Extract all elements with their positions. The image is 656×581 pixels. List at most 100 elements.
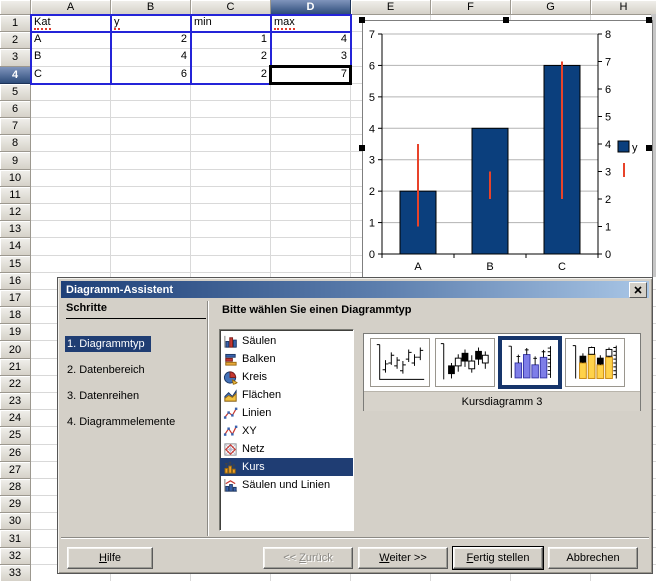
- grid-cell[interactable]: [111, 135, 191, 152]
- grid-cell[interactable]: [271, 256, 351, 273]
- row-header-24[interactable]: 24: [0, 410, 31, 427]
- row-header-3[interactable]: 3: [0, 49, 31, 66]
- chart-type-pie-chart[interactable]: Kreis: [220, 368, 353, 386]
- grid-cell[interactable]: [111, 256, 191, 273]
- subtype-thumb-1[interactable]: [370, 338, 430, 387]
- grid-cell[interactable]: [191, 187, 271, 204]
- grid-cell[interactable]: [191, 204, 271, 221]
- wizard-step-2[interactable]: 2. Datenbereich: [65, 362, 151, 378]
- grid-cell[interactable]: [111, 101, 191, 118]
- chart-type-column-chart[interactable]: Säulen: [220, 332, 353, 350]
- grid-cell[interactable]: [271, 84, 351, 101]
- dialog-titlebar[interactable]: Diagramm-Assistent: [61, 281, 649, 298]
- row-header-21[interactable]: 21: [0, 359, 31, 376]
- row-header-33[interactable]: 33: [0, 565, 31, 581]
- col-header-E[interactable]: E: [351, 0, 431, 15]
- cell-C4[interactable]: 2: [191, 67, 270, 83]
- row-header-19[interactable]: 19: [0, 324, 31, 341]
- fertig-stellen-button[interactable]: Fertig stellen: [453, 547, 543, 569]
- cell-C1[interactable]: min: [191, 15, 270, 31]
- cell-C2[interactable]: 1: [191, 32, 270, 48]
- cell-D3[interactable]: 3: [271, 49, 350, 65]
- chart-resize-handle[interactable]: [359, 17, 365, 23]
- grid-cell[interactable]: [31, 84, 111, 101]
- cell-A2[interactable]: A: [31, 32, 110, 48]
- grid-cell[interactable]: [271, 152, 351, 169]
- grid-cell[interactable]: [31, 135, 111, 152]
- grid-cell[interactable]: [111, 221, 191, 238]
- grid-cell[interactable]: [191, 221, 271, 238]
- wizard-step-3[interactable]: 3. Datenreihen: [65, 388, 145, 404]
- row-header-10[interactable]: 10: [0, 170, 31, 187]
- col-header-C[interactable]: C: [191, 0, 271, 15]
- chart-type-line-chart[interactable]: Linien: [220, 404, 353, 422]
- grid-cell[interactable]: [31, 152, 111, 169]
- grid-cell[interactable]: [31, 256, 111, 273]
- row-header-23[interactable]: 23: [0, 393, 31, 410]
- subtype-thumb-3[interactable]: [500, 338, 560, 387]
- grid-cell[interactable]: [271, 238, 351, 255]
- row-header-31[interactable]: 31: [0, 530, 31, 547]
- col-header-G[interactable]: G: [511, 0, 591, 15]
- grid-cell[interactable]: [191, 135, 271, 152]
- row-header-28[interactable]: 28: [0, 479, 31, 496]
- grid-cell[interactable]: [111, 118, 191, 135]
- cell-B1[interactable]: y: [111, 15, 190, 31]
- hilfe-button[interactable]: Hilfe: [67, 547, 153, 569]
- grid-cell[interactable]: [191, 84, 271, 101]
- grid-cell[interactable]: [111, 204, 191, 221]
- row-header-22[interactable]: 22: [0, 376, 31, 393]
- grid-cell[interactable]: [31, 101, 111, 118]
- cell-A3[interactable]: B: [31, 49, 110, 65]
- subtype-thumb-2[interactable]: [435, 338, 495, 387]
- row-header-15[interactable]: 15: [0, 256, 31, 273]
- row-header-20[interactable]: 20: [0, 341, 31, 358]
- wizard-step-4[interactable]: 4. Diagrammelemente: [65, 414, 181, 430]
- grid-cell[interactable]: [191, 170, 271, 187]
- row-header-1[interactable]: 1: [0, 15, 31, 32]
- grid-cell[interactable]: [111, 238, 191, 255]
- col-header-H[interactable]: H: [591, 0, 656, 15]
- sheet-corner-button[interactable]: [0, 0, 31, 15]
- row-header-9[interactable]: 9: [0, 152, 31, 169]
- row-header-32[interactable]: 32: [0, 548, 31, 565]
- grid-cell[interactable]: [111, 187, 191, 204]
- grid-cell[interactable]: [31, 238, 111, 255]
- grid-cell[interactable]: [31, 170, 111, 187]
- row-header-2[interactable]: 2: [0, 32, 31, 49]
- embedded-chart[interactable]: 01234567012345678ABCy: [362, 20, 653, 279]
- row-header-30[interactable]: 30: [0, 513, 31, 530]
- cell-A1[interactable]: Kat: [31, 15, 110, 31]
- grid-cell[interactable]: [191, 238, 271, 255]
- row-header-7[interactable]: 7: [0, 118, 31, 135]
- chart-type-bar-chart[interactable]: Balken: [220, 350, 353, 368]
- cell-A4[interactable]: C: [31, 67, 110, 83]
- cell-D2[interactable]: 4: [271, 32, 350, 48]
- row-header-8[interactable]: 8: [0, 135, 31, 152]
- chart-type-xy-chart[interactable]: XY: [220, 422, 353, 440]
- subtype-thumb-4[interactable]: [565, 338, 625, 387]
- chart-type-area-chart[interactable]: Flächen: [220, 386, 353, 404]
- row-header-16[interactable]: 16: [0, 273, 31, 290]
- cell-B2[interactable]: 2: [111, 32, 190, 48]
- cell-D4[interactable]: 7: [271, 67, 350, 83]
- legend-swatch-y[interactable]: [618, 141, 629, 152]
- chart-resize-handle[interactable]: [646, 17, 652, 23]
- cell-B3[interactable]: 4: [111, 49, 190, 65]
- row-header-25[interactable]: 25: [0, 427, 31, 444]
- grid-cell[interactable]: [271, 170, 351, 187]
- col-header-B[interactable]: B: [111, 0, 191, 15]
- grid-cell[interactable]: [111, 152, 191, 169]
- row-header-6[interactable]: 6: [0, 101, 31, 118]
- grid-cell[interactable]: [191, 256, 271, 273]
- chart-type-net-chart[interactable]: Netz: [220, 440, 353, 458]
- grid-cell[interactable]: [191, 101, 271, 118]
- abbrechen-button[interactable]: Abbrechen: [548, 547, 638, 569]
- col-header-A[interactable]: A: [31, 0, 111, 15]
- cell-D1[interactable]: max: [271, 15, 350, 31]
- wizard-step-1[interactable]: 1. Diagrammtyp: [65, 336, 151, 352]
- grid-cell[interactable]: [271, 221, 351, 238]
- col-header-D[interactable]: D: [271, 0, 351, 15]
- chart-resize-handle[interactable]: [359, 145, 365, 151]
- cell-B4[interactable]: 6: [111, 67, 190, 83]
